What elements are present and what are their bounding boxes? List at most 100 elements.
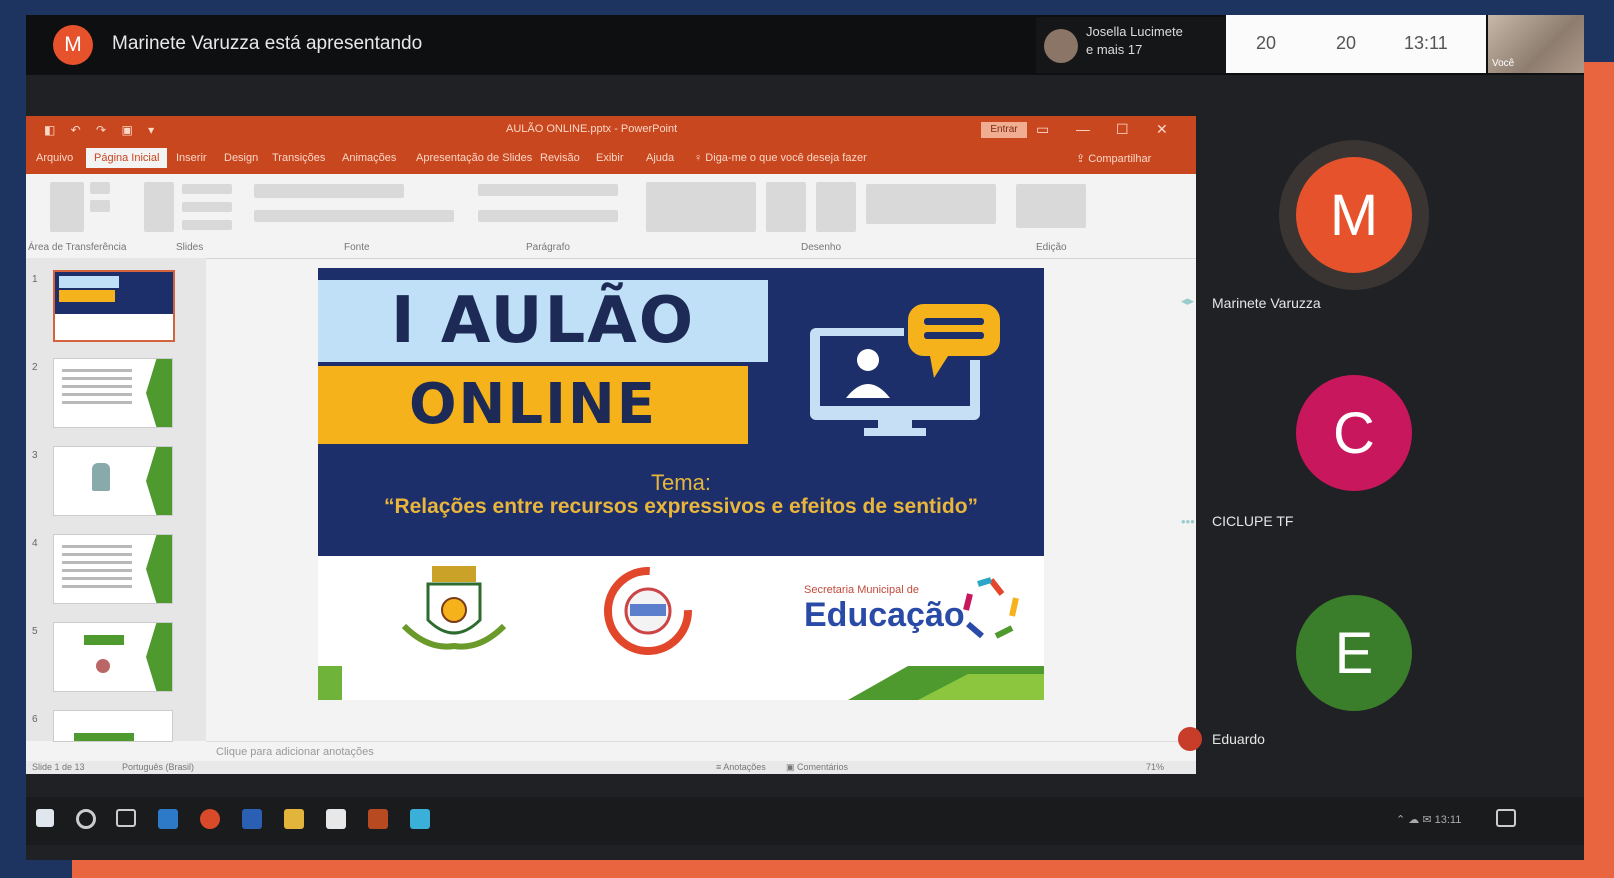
word-icon[interactable]: [242, 809, 262, 829]
presenter-avatar: M: [53, 25, 93, 65]
cut-icon[interactable]: [90, 182, 110, 194]
clock-time: 13:11: [1404, 33, 1448, 53]
slide-thumbnail-3[interactable]: [53, 446, 173, 516]
group-clipboard-label: Área de Transferência: [28, 242, 127, 253]
slide-subtitle: “Relações entre recursos expressivos e e…: [383, 495, 979, 518]
paste-button[interactable]: [50, 182, 84, 232]
shapes-gallery[interactable]: [646, 182, 756, 232]
maximize-icon[interactable]: ☐: [1116, 121, 1129, 138]
reset-button[interactable]: [182, 202, 232, 212]
notes-pane[interactable]: Clique para adicionar anotações: [206, 741, 1186, 762]
quick-styles-button[interactable]: [816, 182, 856, 232]
slide-thumbnail-2[interactable]: [53, 358, 173, 428]
thumb-number: 1: [32, 274, 38, 285]
self-label: Você: [1492, 58, 1515, 69]
education-star-logo: [963, 577, 1019, 639]
tab-transicoes[interactable]: Transições: [272, 152, 325, 164]
comments-toggle[interactable]: ▣ Comentários: [786, 762, 848, 773]
tab-arquivo[interactable]: Arquivo: [36, 152, 73, 164]
zoom-level[interactable]: 71%: [1146, 762, 1164, 772]
font-format-buttons[interactable]: [254, 210, 454, 222]
app-icon[interactable]: [410, 809, 430, 829]
slide-thumbnail-6[interactable]: [53, 710, 173, 742]
ppt-status-bar: Slide 1 de 13 Português (Brasil) ≡ Anota…: [26, 761, 1196, 774]
speaking-icon: ◂▸: [1181, 293, 1195, 308]
meet-screen: M Marinete Varuzza está apresentando Jos…: [26, 15, 1584, 860]
paragraph-align-buttons[interactable]: [478, 210, 618, 222]
share-button[interactable]: ⇪ Compartilhar: [1076, 152, 1151, 165]
search-icon[interactable]: [76, 809, 96, 829]
powerpoint-window: ◧ ↶ ↷ ▣ ▾ AULÃO ONLINE.pptx - PowerPoint…: [26, 116, 1196, 774]
chat-icon[interactable]: 20: [1336, 33, 1356, 54]
group-editing-label: Edição: [1036, 242, 1067, 253]
tab-animacoes[interactable]: Animações: [342, 152, 396, 164]
tile-avatar-e: E: [1296, 595, 1412, 711]
layout-button[interactable]: [182, 184, 232, 194]
system-tray[interactable]: ⌃ ☁ ✉ 13:11: [1396, 813, 1461, 826]
self-video-thumbnail[interactable]: Você: [1488, 15, 1584, 73]
font-name-select[interactable]: [254, 184, 404, 198]
slide-title-line2: ONLINE: [318, 366, 748, 444]
tile-name-3: Eduardo: [1212, 731, 1265, 747]
more-options-icon[interactable]: •••: [1181, 514, 1195, 529]
education-secretary-title: Educação: [804, 596, 965, 634]
online-class-icon: [810, 300, 1004, 436]
slide-green-bar: [318, 666, 1044, 700]
slide-thumbnail-1[interactable]: [53, 270, 175, 342]
tell-me-search[interactable]: ♀ Diga-me o que você deseja fazer: [694, 152, 867, 164]
paragraph-list-buttons[interactable]: [478, 184, 618, 196]
slide-title-line1: I AULÃO: [318, 280, 768, 362]
edge-icon[interactable]: [158, 809, 178, 829]
meet-top-bar: M Marinete Varuzza está apresentando Jos…: [26, 15, 1584, 75]
group-font-label: Fonte: [344, 242, 370, 253]
quick-access-toolbar[interactable]: ◧ ↶ ↷ ▣ ▾: [44, 123, 160, 137]
close-icon[interactable]: ✕: [1156, 121, 1168, 138]
slide-banner: I AULÃO ONLINE Tema: “Relações entre rec…: [318, 268, 1044, 556]
editing-buttons[interactable]: [1016, 184, 1086, 228]
participants-chip[interactable]: Josella Lucimete e mais 17: [1036, 17, 1236, 73]
file-explorer-icon[interactable]: [284, 809, 304, 829]
task-view-icon[interactable]: [116, 809, 136, 827]
tile-name-1: Marinete Varuzza: [1212, 295, 1321, 311]
group-paragraph-label: Parágrafo: [526, 242, 570, 253]
tab-pagina-inicial[interactable]: Página Inicial: [86, 148, 168, 168]
tab-apresentacao[interactable]: Apresentação de Slides: [416, 152, 532, 164]
notes-placeholder: Clique para adicionar anotações: [216, 746, 374, 758]
store-icon[interactable]: [326, 809, 346, 829]
slide-thumbnail-4[interactable]: [53, 534, 173, 604]
tab-design[interactable]: Design: [224, 152, 258, 164]
tab-ajuda[interactable]: Ajuda: [646, 152, 674, 164]
tile-name-2: CICLUPE TF: [1212, 513, 1294, 529]
status-language[interactable]: Português (Brasil): [122, 762, 194, 772]
ribbon-display-icon[interactable]: ▭: [1036, 121, 1049, 138]
ribbon: Área de Transferência Slides Fonte Parág…: [26, 174, 1196, 259]
meeting-stats: 20 20 13:11: [1226, 15, 1486, 73]
shape-format-options[interactable]: [866, 184, 996, 224]
slide-thumbnail-5[interactable]: [53, 622, 173, 692]
slide-thumbnails-pane: 1 2 3 4 5 6: [26, 258, 206, 742]
document-title: AULÃO ONLINE.pptx - PowerPoint: [506, 123, 678, 135]
powerpoint-icon[interactable]: [368, 809, 388, 829]
windows-start-icon[interactable]: [36, 809, 54, 827]
arrange-button[interactable]: [766, 182, 806, 232]
notifications-icon[interactable]: [1496, 809, 1516, 827]
notes-toggle[interactable]: ≡ Anotações: [716, 762, 766, 772]
copy-icon[interactable]: [90, 200, 110, 212]
minimize-icon[interactable]: —: [1076, 121, 1090, 137]
education-secretary-small: Secretaria Municipal de: [804, 584, 919, 596]
new-slide-button[interactable]: [144, 182, 174, 232]
tab-revisao[interactable]: Revisão: [540, 152, 580, 164]
section-button[interactable]: [182, 220, 232, 230]
ppt-title-bar: ◧ ↶ ↷ ▣ ▾ AULÃO ONLINE.pptx - PowerPoint…: [26, 116, 1196, 144]
slide-canvas[interactable]: I AULÃO ONLINE Tema: “Relações entre rec…: [318, 268, 1044, 700]
signin-button[interactable]: Entrar: [981, 122, 1027, 138]
people-count-icon[interactable]: 20: [1256, 33, 1276, 54]
chrome-icon[interactable]: [200, 809, 220, 829]
tab-inserir[interactable]: Inserir: [176, 152, 207, 164]
circular-emblem-logo: [604, 567, 692, 655]
tab-exibir[interactable]: Exibir: [596, 152, 624, 164]
mic-muted-icon: [1178, 727, 1202, 751]
participants-summary: Josella Lucimete e mais 17: [1086, 23, 1183, 59]
thumb-number: 4: [32, 538, 38, 549]
group-drawing-label: Desenho: [801, 242, 842, 253]
